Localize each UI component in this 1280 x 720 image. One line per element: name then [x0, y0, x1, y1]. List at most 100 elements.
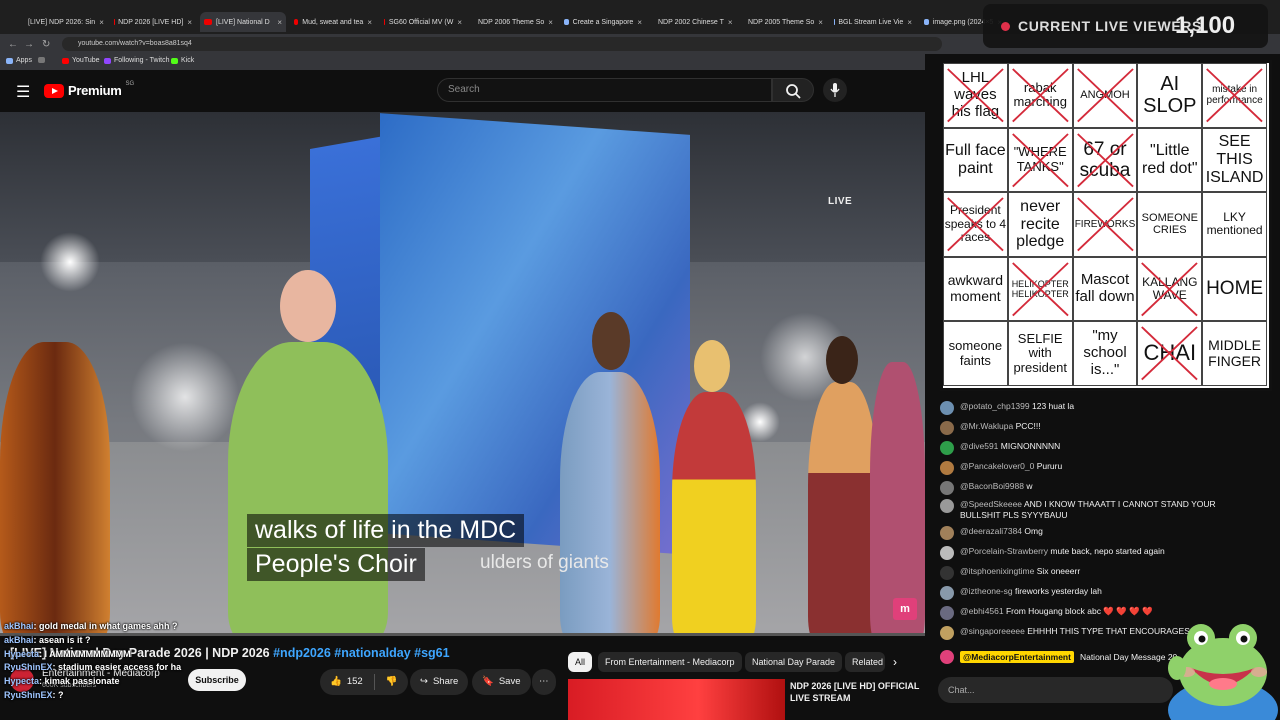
chat-message[interactable]: @potato_chp1399 123 huat la [940, 401, 1240, 419]
microphone-icon [830, 83, 840, 97]
caption-line-1: walks of life in the MDC [247, 514, 525, 547]
chip-national-day-parade[interactable]: National Day Parade [745, 652, 843, 672]
avatar [940, 401, 954, 415]
browser-tab[interactable]: [LIVE] National D × [200, 12, 286, 32]
browser-tab[interactable]: SG60 Official MV (W × [380, 12, 466, 32]
browser-tab[interactable]: BGL Stream Live Vie × [830, 12, 916, 32]
avatar [940, 481, 954, 495]
close-tab-icon[interactable]: × [818, 18, 823, 27]
avatar [940, 441, 954, 455]
chat-message[interactable]: @dive591 MIGNONNNNN [940, 441, 1240, 459]
url-field[interactable]: youtube.com/watch?v=boas8a81sq4 [62, 37, 942, 51]
search-button[interactable] [772, 78, 814, 102]
bingo-card: LHL waves his flagrabak marchingANGMOHAI… [940, 60, 1272, 391]
browser-tab[interactable]: Mud, sweat and tea × [290, 12, 376, 32]
share-icon: ↪ [420, 676, 428, 687]
chip-all[interactable]: All [568, 652, 593, 672]
more-actions-button[interactable]: ⋯ [532, 669, 556, 695]
video-player[interactable]: LIVE walks of life in the MDC People's C… [0, 112, 925, 636]
caption-line-2: People's Choir [247, 548, 425, 581]
cross-mark-icon [947, 68, 1004, 123]
thumbs-down-icon[interactable]: 👎 [386, 669, 398, 695]
browser-tab[interactable]: Create a Singapore × [560, 12, 646, 32]
twitch-icon [104, 57, 111, 64]
bingo-cell: awkward moment [943, 256, 1008, 322]
grid-icon[interactable] [38, 57, 45, 63]
close-tab-icon[interactable]: × [277, 18, 282, 27]
youtube-icon [62, 57, 69, 64]
bingo-cell: "Little red dot" [1137, 127, 1203, 193]
bingo-cell: "my school is..." [1072, 321, 1138, 386]
cross-mark-icon [1206, 68, 1263, 123]
bingo-cell: mistake in performance [1202, 63, 1267, 128]
share-button[interactable]: ↪ Share [410, 669, 469, 695]
bingo-cell: CHAI [1137, 321, 1203, 386]
chat-message[interactable]: @Porcelain-Strawberry mute back, nepo st… [940, 546, 1240, 564]
forward-icon[interactable]: → [24, 39, 34, 50]
bingo-cell: someone faints [943, 321, 1008, 386]
avatar [940, 421, 954, 435]
close-tab-icon[interactable]: × [637, 18, 642, 27]
browser-tab[interactable]: NDP 2002 Chinese T × [650, 12, 736, 32]
chat-message[interactable]: @iztheone-sg fireworks yesterday lah [940, 586, 1240, 604]
recommended-title[interactable]: NDP 2026 [LIVE HD] OFFICIAL LIVE STREAM [790, 680, 920, 704]
tab-favicon-icon [924, 19, 929, 25]
bingo-cell: SELFIE with president [1007, 321, 1073, 386]
stream-chat-line: akBhai: asean is it ? [4, 634, 91, 645]
chip-from-channel[interactable]: From Entertainment - Mediacorp [598, 652, 742, 672]
close-tab-icon[interactable]: × [728, 18, 733, 27]
voice-search-button[interactable] [823, 78, 847, 102]
chat-message[interactable]: @deerazali7384 Omg [940, 526, 1240, 544]
close-tab-icon[interactable]: × [187, 18, 192, 27]
bingo-cell: never recite pledge [1007, 192, 1073, 257]
cross-mark-icon [1141, 262, 1199, 317]
cross-mark-icon [1011, 132, 1069, 187]
browser-tab[interactable]: [LIVE] NDP 2026: Sin × [20, 12, 106, 32]
bookmark-apps[interactable]: Apps [6, 57, 32, 64]
bookmark-twitch[interactable]: Following - Twitch [104, 57, 170, 64]
avatar [940, 586, 954, 600]
bingo-cell: 67 or scuba [1072, 127, 1138, 193]
bingo-cell: HELIKOPTER HELIKOPTER [1007, 256, 1073, 322]
bookmark-youtube[interactable]: YouTube [62, 57, 100, 64]
browser-tab[interactable]: NDP 2006 Theme So × [470, 12, 556, 32]
browser-tab[interactable]: NDP 2026 [LIVE HD] × [110, 12, 196, 32]
chat-message[interactable]: @SpeedSkeeee AND I KNOW THAAATT I CANNOT… [940, 499, 1240, 520]
chat-message[interactable]: @Mr.Waklupa PCC!!! [940, 421, 1240, 439]
browser-tab[interactable]: NDP 2005 Theme So × [740, 12, 826, 32]
back-icon[interactable]: ← [8, 39, 18, 50]
viewer-count: 1,100 [1175, 12, 1236, 39]
avatar [940, 499, 954, 513]
bookmark-kick[interactable]: Kick [171, 57, 194, 64]
bingo-cell: Mascot fall down [1072, 256, 1138, 322]
like-button[interactable]: 👍 152 👎 [320, 669, 408, 695]
avatar [940, 461, 954, 475]
chat-message[interactable]: @Pancakelover0_0 Pururu [940, 461, 1240, 479]
recommended-thumbnail[interactable] [568, 679, 785, 720]
cross-mark-icon [1076, 68, 1134, 123]
youtube-play-icon [44, 83, 64, 98]
search-input[interactable]: Search [437, 78, 772, 102]
close-tab-icon[interactable]: × [367, 18, 372, 27]
pinned-message[interactable]: @MediacorpEntertainment National Day Mes… [940, 648, 1180, 666]
reload-icon[interactable]: ↻ [42, 39, 50, 50]
youtube-logo[interactable]: Premium SG [44, 81, 134, 98]
close-tab-icon[interactable]: × [907, 18, 912, 27]
save-button[interactable]: 🔖 Save [472, 669, 531, 695]
bingo-cell: President speaks to 4 races [943, 192, 1008, 257]
chat-message[interactable]: @itsphoenixingtime Six oneeerr [940, 566, 1240, 584]
bingo-cell: MIDDLE FINGER [1202, 321, 1267, 386]
chip-related[interactable]: Related [845, 652, 885, 672]
chat-message[interactable]: @BaconBoi9988 w [940, 481, 1240, 499]
close-tab-icon[interactable]: × [457, 18, 462, 27]
tab-favicon-icon [384, 19, 385, 25]
thumbs-up-icon: 👍 [330, 676, 342, 687]
caption-ghost-text: ulders of giants [480, 552, 609, 573]
bingo-cell: ANGMOH [1072, 63, 1138, 128]
menu-icon[interactable]: ☰ [16, 82, 30, 102]
chevron-right-icon[interactable]: › [893, 655, 897, 669]
close-tab-icon[interactable]: × [548, 18, 553, 27]
close-tab-icon[interactable]: × [99, 18, 104, 27]
tab-favicon-icon [204, 19, 212, 25]
chat-input[interactable]: Chat... [938, 677, 1173, 703]
